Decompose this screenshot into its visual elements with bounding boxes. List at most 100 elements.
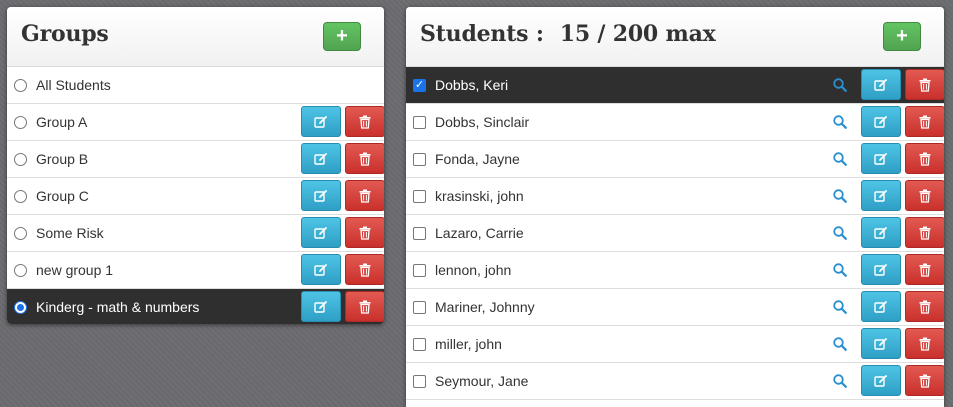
- delete-student-button[interactable]: [905, 143, 944, 174]
- trash-icon: [919, 337, 931, 351]
- student-checkbox[interactable]: [413, 152, 426, 166]
- student-checkbox[interactable]: [413, 374, 426, 388]
- edit-student-button[interactable]: [861, 365, 901, 396]
- delete-student-button[interactable]: [905, 106, 944, 137]
- pencil-square-icon: [314, 300, 328, 314]
- group-radio[interactable]: [14, 152, 27, 166]
- pencil-square-icon: [874, 263, 888, 277]
- delete-group-button[interactable]: [345, 180, 384, 211]
- student-row[interactable]: Seymour, Jane: [406, 363, 944, 400]
- delete-student-button[interactable]: [905, 291, 944, 322]
- pencil-square-icon: [314, 152, 328, 166]
- edit-student-button[interactable]: [861, 106, 901, 137]
- trash-icon: [919, 374, 931, 388]
- trash-icon: [359, 152, 371, 166]
- delete-student-button[interactable]: [905, 328, 944, 359]
- edit-student-button[interactable]: [861, 217, 901, 248]
- student-checkbox[interactable]: [413, 115, 426, 129]
- edit-group-button[interactable]: [301, 143, 341, 174]
- trash-icon: [359, 226, 371, 240]
- search-icon[interactable]: [832, 114, 848, 130]
- students-header: Students : 15 / 200 max +: [406, 7, 944, 67]
- student-row[interactable]: Mariner, Johnny: [406, 289, 944, 326]
- delete-group-button[interactable]: [345, 291, 384, 322]
- student-row[interactable]: Dobbs, Sinclair: [406, 104, 944, 141]
- student-row[interactable]: lennon, john: [406, 252, 944, 289]
- student-row[interactable]: krasinski, john: [406, 178, 944, 215]
- trash-icon: [919, 226, 931, 240]
- delete-student-button[interactable]: [905, 69, 944, 100]
- delete-group-button[interactable]: [345, 217, 384, 248]
- edit-group-button[interactable]: [301, 217, 341, 248]
- student-row[interactable]: miller, john: [406, 326, 944, 363]
- group-radio[interactable]: [14, 78, 27, 92]
- add-student-button[interactable]: +: [883, 22, 921, 51]
- group-row[interactable]: Group B: [7, 141, 384, 178]
- trash-icon: [919, 78, 931, 92]
- delete-group-button[interactable]: [345, 143, 384, 174]
- group-radio[interactable]: [14, 263, 27, 277]
- delete-student-button[interactable]: [905, 217, 944, 248]
- group-row[interactable]: Kinderg - math & numbers: [7, 289, 384, 324]
- search-icon[interactable]: [832, 225, 848, 241]
- delete-group-button[interactable]: [345, 106, 384, 137]
- edit-group-button[interactable]: [301, 180, 341, 211]
- group-row[interactable]: Some Risk: [7, 215, 384, 252]
- add-group-button[interactable]: +: [323, 22, 361, 51]
- pencil-square-icon: [874, 300, 888, 314]
- student-checkbox[interactable]: [413, 300, 426, 314]
- search-icon[interactable]: [832, 336, 848, 352]
- search-icon[interactable]: [832, 188, 848, 204]
- group-radio[interactable]: [14, 226, 27, 240]
- student-row[interactable]: ✓ Dobbs, Keri: [406, 67, 944, 104]
- trash-icon: [359, 263, 371, 277]
- group-radio[interactable]: [14, 300, 27, 314]
- trash-icon: [919, 189, 931, 203]
- delete-student-button[interactable]: [905, 254, 944, 285]
- delete-student-button[interactable]: [905, 365, 944, 396]
- search-icon[interactable]: [832, 299, 848, 315]
- check-icon: ✓: [414, 78, 425, 91]
- search-icon[interactable]: [832, 151, 848, 167]
- student-row[interactable]: Fonda, Jayne: [406, 141, 944, 178]
- edit-student-button[interactable]: [861, 254, 901, 285]
- pencil-square-icon: [874, 337, 888, 351]
- edit-student-button[interactable]: [861, 328, 901, 359]
- group-radio[interactable]: [14, 189, 27, 203]
- student-checkbox[interactable]: ✓: [413, 78, 426, 92]
- edit-group-button[interactable]: [301, 106, 341, 137]
- trash-icon: [919, 263, 931, 277]
- student-checkbox[interactable]: [413, 226, 426, 240]
- pencil-square-icon: [874, 115, 888, 129]
- group-radio[interactable]: [14, 115, 27, 129]
- student-checkbox[interactable]: [413, 263, 426, 277]
- trash-icon: [359, 300, 371, 314]
- group-row[interactable]: Group C: [7, 178, 384, 215]
- group-row[interactable]: new group 1: [7, 252, 384, 289]
- edit-group-button[interactable]: [301, 291, 341, 322]
- groups-title: Groups: [21, 21, 109, 47]
- student-row[interactable]: Lazaro, Carrie: [406, 215, 944, 252]
- search-icon[interactable]: [832, 373, 848, 389]
- trash-icon: [919, 300, 931, 314]
- pencil-square-icon: [314, 226, 328, 240]
- student-checkbox[interactable]: [413, 189, 426, 203]
- edit-student-button[interactable]: [861, 69, 901, 100]
- delete-group-button[interactable]: [345, 254, 384, 285]
- edit-student-button[interactable]: [861, 291, 901, 322]
- pencil-square-icon: [874, 374, 888, 388]
- edit-group-button[interactable]: [301, 254, 341, 285]
- trash-icon: [359, 189, 371, 203]
- group-row[interactable]: Group A: [7, 104, 384, 141]
- students-title: Students : 15 / 200 max: [420, 21, 716, 47]
- group-row[interactable]: All Students: [7, 67, 384, 104]
- delete-student-button[interactable]: [905, 180, 944, 211]
- student-checkbox[interactable]: [413, 337, 426, 351]
- edit-student-button[interactable]: [861, 180, 901, 211]
- pencil-square-icon: [314, 189, 328, 203]
- groups-panel: Groups + All Students Group A Group B Group…: [7, 7, 384, 324]
- groups-header: Groups +: [7, 7, 384, 67]
- edit-student-button[interactable]: [861, 143, 901, 174]
- search-icon[interactable]: [832, 262, 848, 278]
- search-icon[interactable]: [832, 77, 848, 93]
